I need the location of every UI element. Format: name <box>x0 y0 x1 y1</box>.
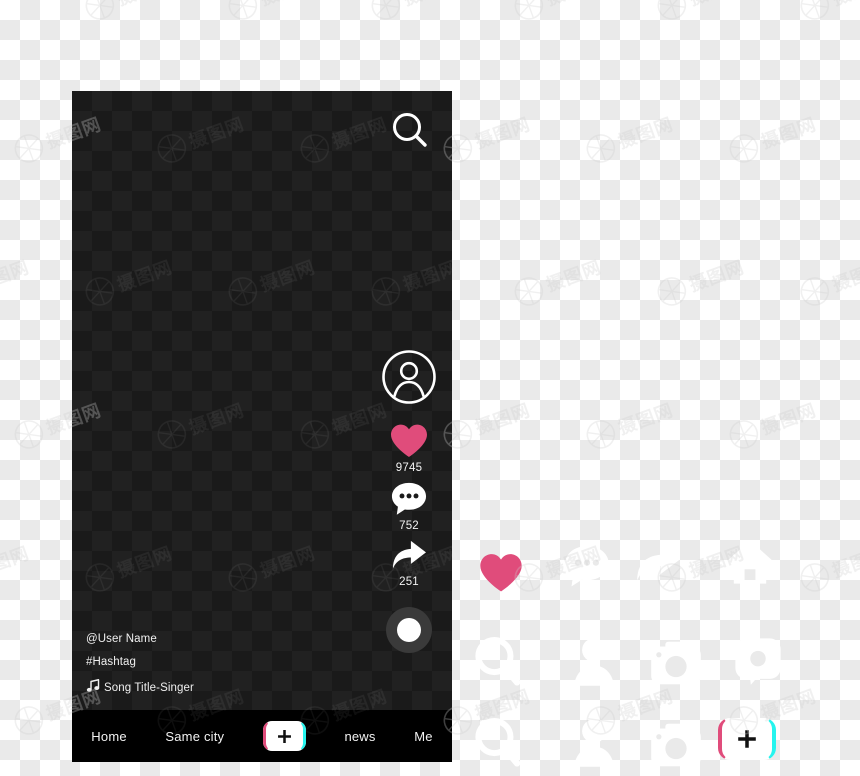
watermark: 摄图网 <box>653 251 749 310</box>
hashtag-label[interactable]: #Hashtag <box>86 655 194 669</box>
watermark: 摄图网 <box>0 537 33 596</box>
watermark: 摄图网 <box>581 394 677 453</box>
watermark-text: 摄图网 <box>615 685 676 725</box>
share-button[interactable]: 251 <box>390 539 428 589</box>
tab-create-button[interactable] <box>262 721 306 751</box>
song-label: Song Title-Singer <box>104 681 194 694</box>
search-icon[interactable] <box>474 637 522 687</box>
tab-same-city[interactable]: Same city <box>165 729 224 744</box>
tab-me[interactable]: Me <box>414 729 432 744</box>
plus-button[interactable] <box>718 718 776 760</box>
watermark: 摄图网 <box>224 0 320 25</box>
watermark: 摄图网 <box>796 537 860 596</box>
watermark: 摄图网 <box>724 108 820 167</box>
caption-block: @User Name #Hashtag Song Title-Singer <box>86 632 194 697</box>
plus-icon <box>276 728 293 745</box>
user-avatar-icon[interactable] <box>381 349 437 405</box>
message-icon[interactable] <box>733 636 783 686</box>
comment-icon[interactable] <box>563 543 611 590</box>
watermark-text: 摄图网 <box>615 113 676 153</box>
phone-mockup: 9745 752 251 @User Name #Hashtag Song Ti… <box>72 91 452 762</box>
watermark-text: 摄图网 <box>399 0 461 11</box>
plus-icon <box>736 728 758 750</box>
home-icon[interactable] <box>723 538 777 586</box>
watermark-text: 摄图网 <box>686 256 748 296</box>
like-count: 9745 <box>395 462 423 474</box>
watermark: 摄图网 <box>81 0 177 25</box>
watermark: 摄图网 <box>0 251 33 310</box>
camera-icon[interactable] <box>650 722 702 768</box>
watermark: 摄图网 <box>724 394 820 453</box>
watermark: 摄图网 <box>796 0 860 25</box>
watermark: 摄图网 <box>510 0 606 25</box>
like-button[interactable]: 9745 <box>389 423 429 475</box>
watermark-text: 摄图网 <box>829 542 860 582</box>
music-disc-icon[interactable] <box>386 607 432 653</box>
watermark-text: 摄图网 <box>615 399 676 439</box>
song-row[interactable]: Song Title-Singer <box>86 678 194 697</box>
music-disc-center <box>397 618 421 642</box>
user-icon[interactable] <box>572 718 616 768</box>
watermark: 摄图网 <box>653 0 749 25</box>
watermark-text: 摄图网 <box>758 113 819 153</box>
watermark-text: 摄图网 <box>758 399 819 439</box>
tab-news[interactable]: news <box>344 729 375 744</box>
watermark-text: 摄图网 <box>256 0 318 11</box>
watermark-text: 摄图网 <box>0 256 33 296</box>
comment-count: 752 <box>399 520 419 532</box>
username-label[interactable]: @User Name <box>86 632 194 646</box>
user-icon[interactable] <box>572 637 616 687</box>
watermark: 摄图网 <box>796 251 860 310</box>
comment-button[interactable]: 752 <box>390 481 428 533</box>
share-arrow-icon[interactable] <box>633 542 683 586</box>
watermark: 摄图网 <box>581 108 677 167</box>
watermark-text: 摄图网 <box>542 0 604 11</box>
watermark-text: 摄图网 <box>0 0 33 11</box>
bottom-tab-bar: Home Same city news Me <box>72 710 452 762</box>
watermark: 摄图网 <box>438 108 534 167</box>
action-rail: 9745 752 251 <box>378 349 440 653</box>
watermark: 摄图网 <box>0 0 33 25</box>
watermark-text: 摄图网 <box>113 0 175 11</box>
music-note-icon <box>86 678 101 697</box>
search-icon[interactable] <box>474 718 522 768</box>
watermark-text: 摄图网 <box>472 399 533 439</box>
asset-sheet-canvas: 9745 752 251 @User Name #Hashtag Song Ti… <box>0 0 860 776</box>
watermark: 摄图网 <box>510 251 606 310</box>
watermark-text: 摄图网 <box>828 0 860 11</box>
watermark-text: 摄图网 <box>0 542 33 582</box>
watermark-text: 摄图网 <box>472 113 533 153</box>
heart-icon[interactable] <box>478 551 524 595</box>
watermark: 摄图网 <box>367 0 463 25</box>
camera-icon[interactable] <box>650 640 702 686</box>
watermark-text: 摄图网 <box>685 0 747 11</box>
share-count: 251 <box>399 576 419 588</box>
watermark-text: 摄图网 <box>829 256 860 296</box>
tab-home[interactable]: Home <box>91 729 126 744</box>
watermark-text: 摄图网 <box>543 256 605 296</box>
search-icon[interactable] <box>388 109 432 153</box>
watermark: 摄图网 <box>438 394 534 453</box>
